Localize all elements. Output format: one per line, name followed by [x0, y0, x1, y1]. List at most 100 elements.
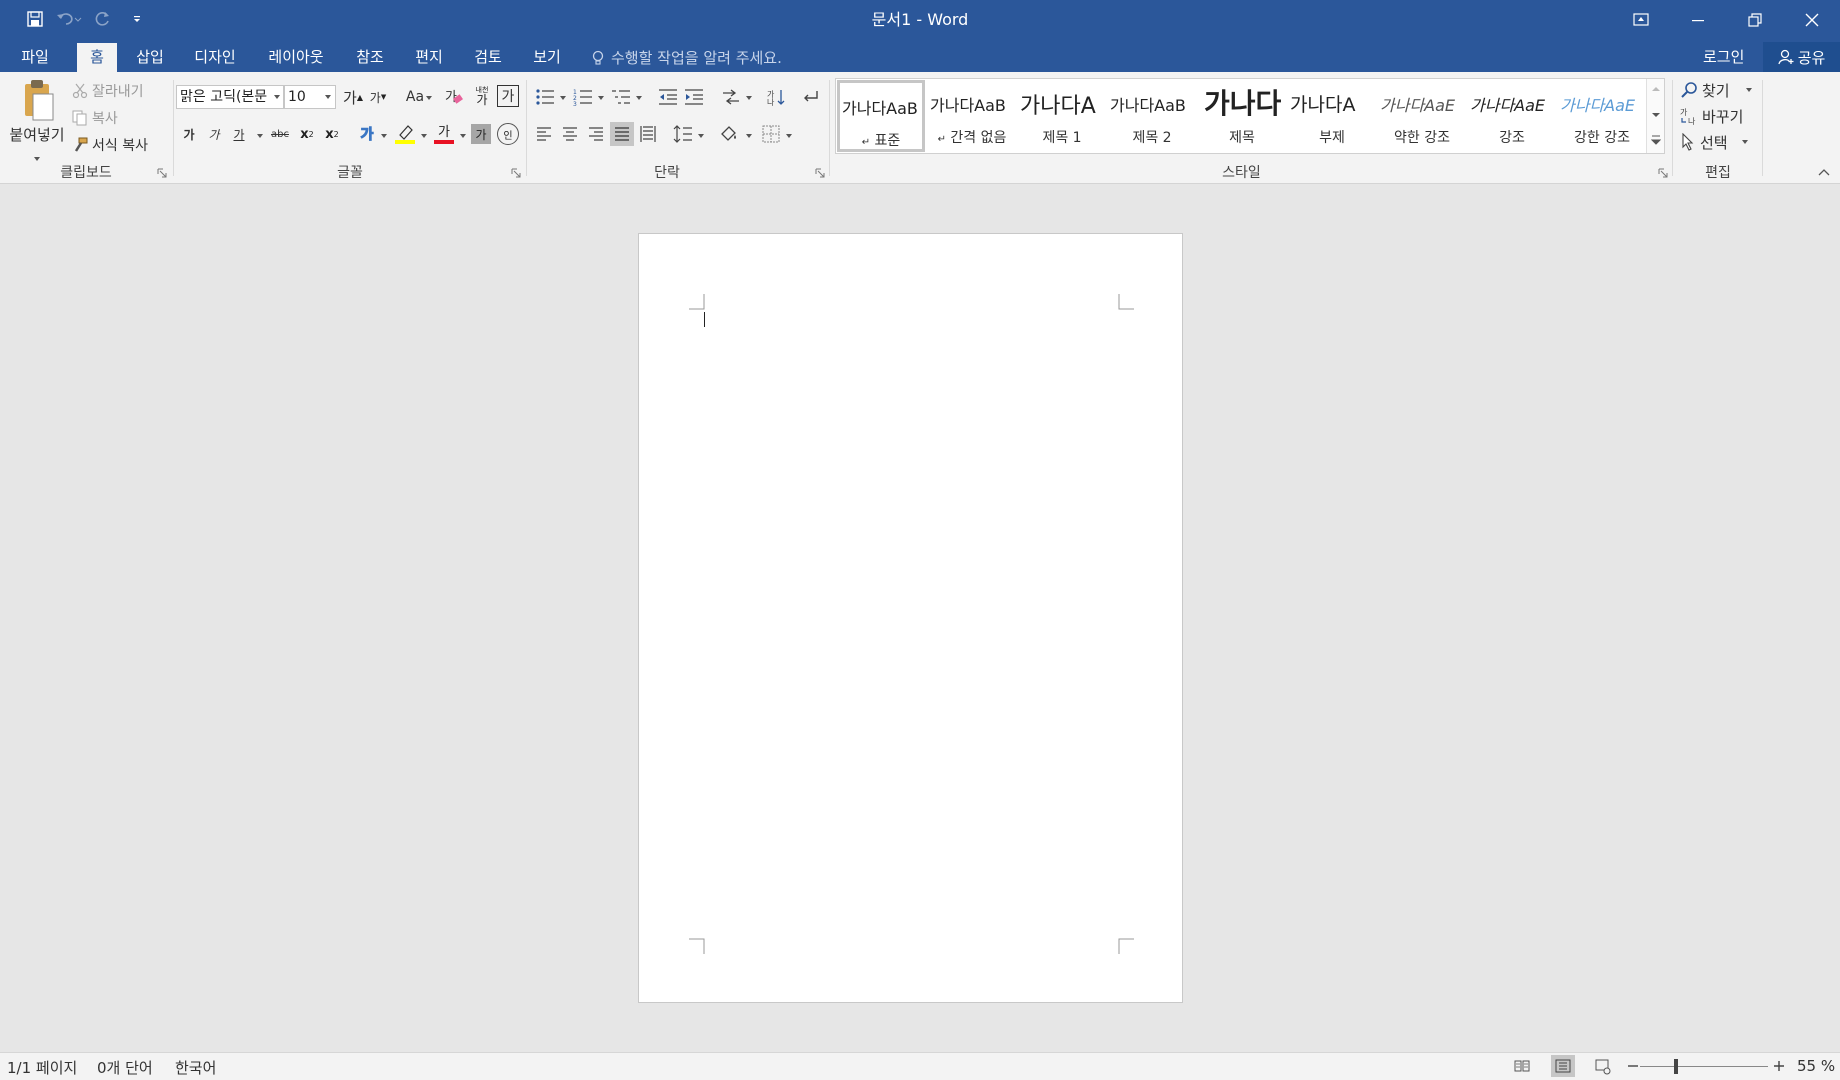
select-button[interactable]: 선택 [1680, 130, 1760, 154]
tab-references[interactable]: 참조 [347, 43, 393, 72]
paste-button[interactable]: 붙여넣기 [9, 78, 65, 168]
tab-home[interactable]: 홈 [77, 43, 117, 72]
phonetic-guide-button[interactable]: 내천 가 [470, 83, 494, 109]
multilevel-dropdown-icon[interactable] [636, 96, 642, 100]
borders-dropdown-icon[interactable] [786, 134, 792, 138]
zoom-in-icon[interactable] [1774, 1061, 1784, 1071]
font-name-dropdown-icon[interactable] [274, 95, 280, 99]
find-dropdown-icon[interactable] [1746, 88, 1752, 92]
document-page[interactable] [638, 233, 1183, 1003]
distributed-button[interactable] [636, 122, 660, 146]
subscript-button[interactable]: x2 [296, 122, 318, 146]
decrease-indent-button[interactable] [656, 85, 680, 109]
restore-icon[interactable] [1726, 0, 1783, 39]
style-emphasis[interactable]: 가나다AaE 강조 [1468, 80, 1556, 152]
tell-me-box[interactable]: 수행할 작업을 알려 주세요. [591, 43, 782, 72]
customize-qat-icon[interactable] [120, 6, 154, 32]
bullets-button[interactable] [532, 85, 558, 109]
shading-button[interactable] [716, 122, 742, 146]
show-paragraph-marks-button[interactable] [798, 85, 822, 109]
page-count[interactable]: 1/1 페이지 [7, 1057, 77, 1078]
underline-button[interactable]: 가 [228, 122, 250, 146]
align-center-button[interactable] [558, 122, 582, 146]
web-layout-icon[interactable] [1595, 1059, 1611, 1075]
tab-design[interactable]: 디자인 [186, 43, 244, 72]
font-color-button[interactable]: 가 [432, 122, 456, 146]
align-right-button[interactable] [584, 122, 608, 146]
text-effects-button[interactable]: 가 [356, 122, 378, 146]
style-title[interactable]: 가나다 제목 [1198, 80, 1286, 152]
character-border-button[interactable]: 가 [497, 85, 519, 107]
close-icon[interactable] [1783, 0, 1840, 39]
shading-dropdown-icon[interactable] [746, 134, 752, 138]
select-dropdown-icon[interactable] [1742, 140, 1748, 144]
language-indicator[interactable]: 한국어 [175, 1057, 216, 1078]
copy-button[interactable]: 복사 [72, 107, 172, 129]
clear-formatting-button[interactable]: 가 [442, 85, 466, 109]
line-spacing-dropdown-icon[interactable] [698, 134, 704, 138]
text-effects-dropdown-icon[interactable] [381, 134, 387, 138]
ribbon-display-options-icon[interactable] [1612, 0, 1669, 39]
character-shading-button[interactable]: 가 [471, 124, 491, 144]
tab-view[interactable]: 보기 [524, 43, 570, 72]
zoom-slider-track[interactable] [1640, 1066, 1768, 1067]
style-subtle-emphasis[interactable]: 가나다AaE 약한 강조 [1378, 80, 1466, 152]
bullets-dropdown-icon[interactable] [560, 96, 566, 100]
redo-icon[interactable] [86, 6, 120, 32]
line-spacing-button[interactable] [670, 122, 696, 146]
font-launcher-icon[interactable] [511, 168, 521, 178]
style-intense-emphasis[interactable]: 가나다AaE 강한 강조 [1558, 80, 1646, 152]
clipboard-launcher-icon[interactable] [157, 168, 167, 178]
minimize-icon[interactable] [1669, 0, 1726, 39]
cut-button[interactable]: 잘라내기 [72, 80, 172, 102]
paragraph-launcher-icon[interactable] [815, 168, 825, 178]
increase-indent-button[interactable] [682, 85, 706, 109]
tab-layout[interactable]: 레이아웃 [262, 43, 330, 72]
tab-review[interactable]: 검토 [465, 43, 511, 72]
style-subtitle[interactable]: 가나다A 부제 [1288, 80, 1376, 152]
font-name-combo[interactable]: 맑은 고딕(본문 [176, 85, 284, 109]
styles-launcher-icon[interactable] [1658, 168, 1668, 178]
tab-mailings[interactable]: 편지 [406, 43, 452, 72]
highlight-button[interactable] [392, 122, 418, 146]
sort-button[interactable]: 가나 [764, 85, 788, 109]
gallery-more-icon[interactable] [1651, 135, 1661, 145]
login-link[interactable]: 로그인 [1703, 43, 1744, 71]
align-left-button[interactable] [532, 122, 556, 146]
word-count[interactable]: 0개 단어 [97, 1057, 153, 1078]
zoom-slider-thumb[interactable] [1674, 1059, 1678, 1074]
replace-button[interactable]: 가나 바꾸기 [1680, 104, 1760, 128]
underline-dropdown-icon[interactable] [257, 134, 263, 138]
gallery-down-icon[interactable] [1651, 111, 1661, 119]
find-button[interactable]: 찾기 [1680, 78, 1760, 102]
superscript-button[interactable]: x2 [321, 122, 343, 146]
zoom-out-icon[interactable] [1628, 1061, 1638, 1071]
share-button[interactable]: 공유 [1763, 42, 1840, 72]
tab-insert[interactable]: 삽입 [127, 43, 173, 72]
highlight-dropdown-icon[interactable] [421, 134, 427, 138]
numbering-dropdown-icon[interactable] [598, 96, 604, 100]
format-painter-button[interactable]: 서식 복사 [72, 134, 172, 156]
style-heading-1[interactable]: 가나다A 제목 1 [1018, 80, 1106, 152]
italic-button[interactable]: 가 [203, 122, 225, 146]
text-direction-dropdown-icon[interactable] [746, 96, 752, 100]
save-icon[interactable] [18, 6, 52, 32]
font-size-dropdown-icon[interactable] [325, 95, 331, 99]
bold-button[interactable]: 가 [178, 122, 200, 146]
read-mode-icon[interactable] [1514, 1059, 1530, 1073]
multilevel-list-button[interactable] [608, 85, 634, 109]
numbering-button[interactable]: 123 [570, 85, 596, 109]
change-case-dropdown-icon[interactable] [426, 96, 432, 100]
style-normal[interactable]: 가나다AaB ↵ 표준 [837, 80, 925, 152]
borders-button[interactable] [758, 122, 784, 146]
tab-file[interactable]: 파일 [10, 43, 60, 72]
font-color-dropdown-icon[interactable] [460, 134, 466, 138]
shrink-font-button[interactable]: 가 ▼ [366, 85, 390, 109]
style-no-spacing[interactable]: 가나다AaB ↵ 간격 없음 [928, 80, 1016, 152]
text-direction-button[interactable] [718, 85, 744, 109]
enclose-characters-button[interactable]: 인 [497, 123, 519, 145]
zoom-level[interactable]: 55 % [1797, 1057, 1835, 1075]
justify-button[interactable] [610, 122, 634, 146]
paste-dropdown-icon[interactable] [34, 157, 40, 161]
undo-icon[interactable] [52, 6, 86, 32]
